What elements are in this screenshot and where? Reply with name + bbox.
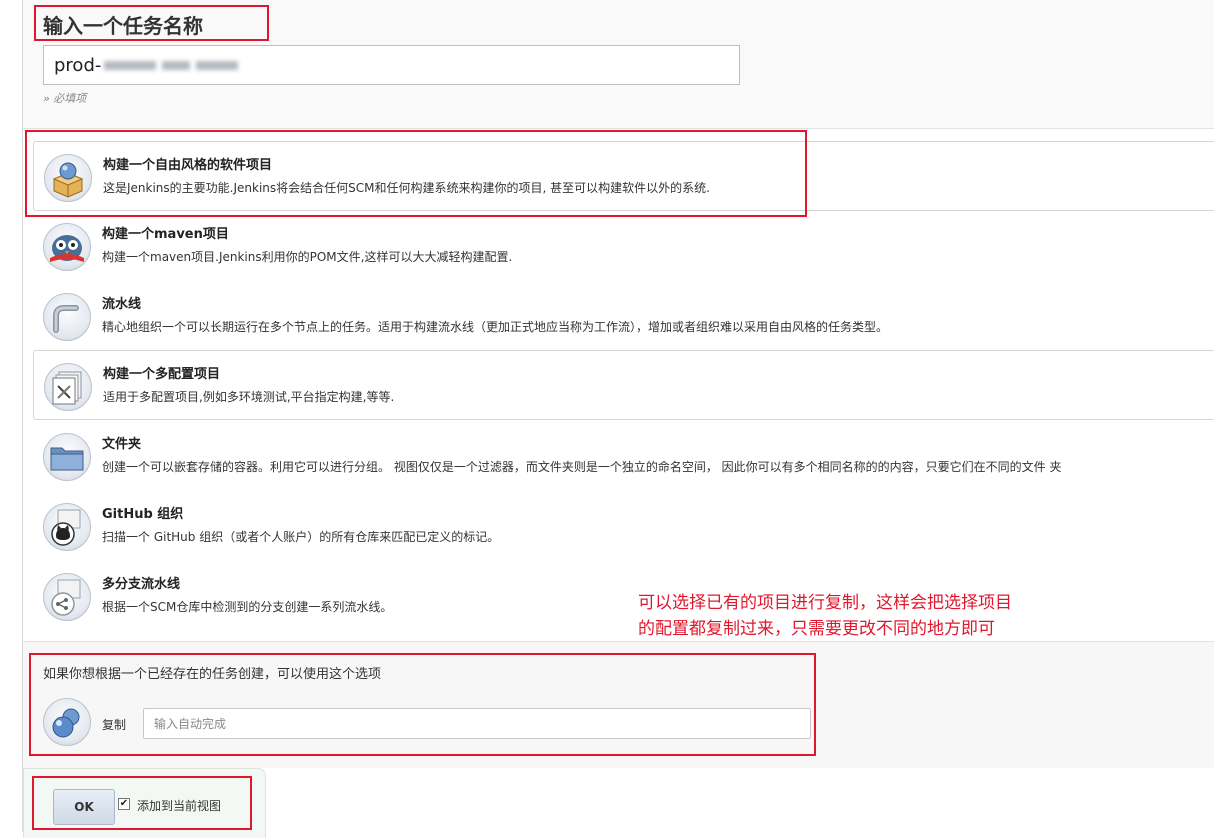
required-hint: » 必填项 bbox=[43, 92, 87, 105]
github-org-icon bbox=[43, 503, 91, 551]
freestyle-box-icon bbox=[44, 154, 92, 202]
annotation-note: 可以选择已有的项目进行复制，这样会把选择项目 的配置都复制过来，只需要更改不同的… bbox=[638, 590, 1118, 642]
job-type-name: 构建一个自由风格的软件项目 bbox=[103, 158, 273, 173]
job-type-desc: 扫描一个 GitHub 组织（或者个人账户）的所有仓库来匹配已定义的标记。 bbox=[102, 530, 500, 544]
job-type-name: 文件夹 bbox=[102, 437, 142, 452]
job-type-github-org[interactable]: GitHub 组织 扫描一个 GitHub 组织（或者个人账户）的所有仓库来匹配… bbox=[33, 491, 1214, 561]
redacted-text bbox=[104, 61, 156, 70]
annotation-line: 的配置都复制过来，只需要更改不同的地方即可 bbox=[638, 619, 995, 639]
copy-section bbox=[23, 641, 1214, 768]
copy-label: 复制 bbox=[102, 718, 127, 732]
job-type-desc: 根据一个SCM仓库中检测到的分支创建一系列流水线。 bbox=[102, 600, 393, 614]
job-type-desc: 适用于多配置项目,例如多环境测试,平台指定构建,等等. bbox=[103, 390, 395, 404]
maven-owl-icon bbox=[43, 223, 91, 271]
job-type-name: 构建一个maven项目 bbox=[102, 227, 229, 242]
pipeline-icon bbox=[43, 293, 91, 341]
copy-description: 如果你想根据一个已经存在的任务创建，可以使用这个选项 bbox=[43, 667, 382, 682]
job-type-desc: 构建一个maven项目.Jenkins利用你的POM文件,这样可以大大减轻构建配… bbox=[102, 250, 513, 264]
job-type-name: GitHub 组织 bbox=[102, 507, 184, 522]
add-to-view-checkbox[interactable]: ✔ bbox=[118, 798, 130, 810]
job-type-name: 流水线 bbox=[102, 297, 142, 312]
job-type-maven[interactable]: 构建一个maven项目 构建一个maven项目.Jenkins利用你的POM文件… bbox=[33, 211, 1214, 281]
multibranch-icon bbox=[43, 573, 91, 621]
page-title: 输入一个任务名称 bbox=[43, 14, 203, 38]
multi-config-icon bbox=[44, 363, 92, 411]
folder-icon bbox=[43, 433, 91, 481]
job-type-name: 构建一个多配置项目 bbox=[103, 367, 221, 382]
redacted-text bbox=[196, 61, 238, 70]
ok-button[interactable]: OK bbox=[53, 789, 115, 825]
job-type-freestyle[interactable]: 构建一个自由风格的软件项目 这是Jenkins的主要功能.Jenkins将会结合… bbox=[33, 141, 1214, 211]
job-type-pipeline[interactable]: 流水线 精心地组织一个可以长期运行在多个节点上的任务。适用于构建流水线（更加正式… bbox=[33, 281, 1214, 351]
job-type-folder[interactable]: 文件夹 创建一个可以嵌套存储的容器。利用它可以进行分组。 视图仅仅是一个过滤器，… bbox=[33, 421, 1214, 491]
annotation-line: 可以选择已有的项目进行复制，这样会把选择项目 bbox=[638, 593, 1012, 613]
add-to-view-label: 添加到当前视图 bbox=[137, 799, 222, 813]
copy-spheres-icon bbox=[43, 698, 91, 746]
job-type-desc: 精心地组织一个可以长期运行在多个节点上的任务。适用于构建流水线（更加正式地应当称… bbox=[102, 320, 889, 334]
copy-from-input[interactable] bbox=[143, 708, 811, 739]
job-type-desc: 这是Jenkins的主要功能.Jenkins将会结合任何SCM和任何构建系统来构… bbox=[103, 181, 710, 195]
job-type-desc: 创建一个可以嵌套存储的容器。利用它可以进行分组。 视图仅仅是一个过滤器，而文件夹… bbox=[102, 460, 1062, 474]
job-type-multi-config[interactable]: 构建一个多配置项目 适用于多配置项目,例如多环境测试,平台指定构建,等等. bbox=[33, 350, 1214, 420]
redacted-text bbox=[162, 61, 190, 70]
job-type-name: 多分支流水线 bbox=[102, 577, 181, 592]
